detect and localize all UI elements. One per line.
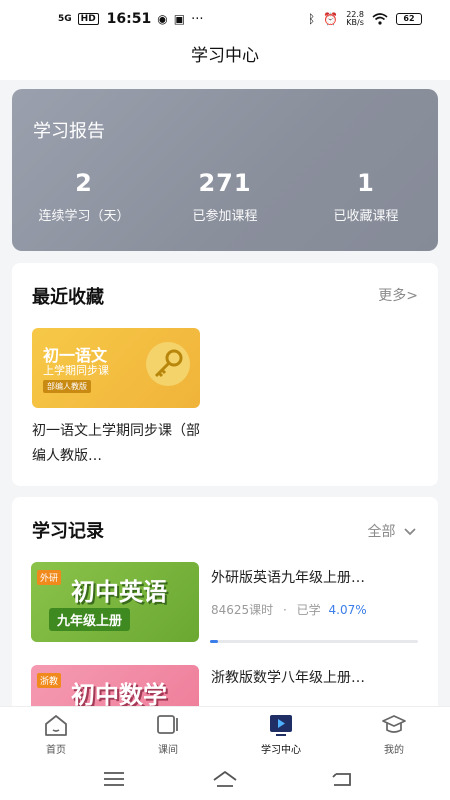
system-nav-bar [0, 760, 450, 800]
stat-value: 1 [357, 169, 375, 197]
back-icon[interactable] [328, 768, 356, 790]
thumb-subject: 初中数学 [71, 681, 167, 709]
favorite-course-thumbnail[interactable]: 初一语文 上学期同步课 部编人教版 [32, 328, 200, 408]
thumb-grade: 九年级上册 [49, 608, 131, 631]
page-title: 学习中心 [0, 38, 450, 80]
record-thumbnail-english[interactable]: 外研 初中英语 九年级上册 [31, 562, 199, 642]
stat-joined-courses[interactable]: 271 已参加课程 [155, 169, 295, 224]
stat-label: 已参加课程 [192, 209, 258, 224]
thumb-tag: 外研 [37, 570, 62, 585]
favorites-title: 最近收藏 [32, 287, 104, 308]
app-notification-icon: ▣ [173, 12, 186, 26]
alarm-icon: ⏰ [323, 12, 339, 26]
menu-icon[interactable] [100, 768, 128, 790]
more-notifications: ··· [191, 11, 204, 27]
learning-center-icon [270, 715, 292, 736]
status-left: 5G HD 16:51 ◉ ▣ ··· [58, 11, 203, 27]
network-speed: 22.8 KB/s [346, 11, 364, 27]
stat-label: 连续学习（天） [38, 209, 130, 224]
clock: 16:51 [106, 11, 152, 27]
thumb-subject: 初中英语 [71, 578, 167, 606]
thumb-tag: 浙教 [37, 673, 62, 688]
report-title: 学习报告 [33, 121, 105, 142]
stat-favorited-courses[interactable]: 1 已收藏课程 [296, 169, 436, 224]
studied-percent: 4.07% [328, 603, 367, 617]
tab-profile[interactable]: 我的 [338, 707, 450, 761]
studied-label: 已学 [296, 603, 321, 617]
break-icon [157, 715, 178, 734]
thumb-subtitle: 上学期同步课 [43, 364, 109, 377]
signal-indicator: 5G [58, 14, 72, 24]
study-report-card[interactable]: 学习报告 2 连续学习（天） 271 已参加课程 1 已收藏课程 [12, 89, 438, 251]
home-icon [45, 715, 67, 736]
record-title[interactable]: 浙教版数学八年级上册… [211, 667, 421, 687]
tab-label: 学习中心 [261, 745, 301, 756]
meta-separator: · [283, 603, 287, 617]
battery-indicator: 62 [396, 13, 422, 25]
notification-icon: ◉ [157, 12, 168, 26]
tab-break[interactable]: 课间 [112, 707, 224, 761]
home-nav-icon[interactable] [211, 768, 239, 790]
filter-label: 全部 [367, 524, 396, 540]
record-meta: 84625课时 · 已学 4.07% [211, 601, 367, 618]
stat-value: 2 [75, 169, 93, 197]
bottom-tab-bar: 首页 课间 学习中心 我的 [0, 706, 450, 760]
tab-learning-center[interactable]: 学习中心 [225, 707, 337, 761]
recent-favorites-section: 最近收藏 更多> 初一语文 上学期同步课 部编人教版 初一语文上学期同步课（部编… [12, 263, 438, 486]
tab-home[interactable]: 首页 [0, 707, 112, 761]
favorite-course-title[interactable]: 初一语文上学期同步课（部编人教版… [32, 419, 202, 469]
tab-label: 我的 [384, 745, 404, 756]
record-progress-bar [210, 640, 418, 643]
network-speed-unit: KB/s [346, 18, 364, 27]
tab-label: 课间 [158, 745, 178, 756]
stat-consecutive-days[interactable]: 2 连续学习（天） [14, 169, 154, 224]
wifi-icon [372, 13, 388, 25]
records-title: 学习记录 [32, 521, 104, 542]
profile-icon [382, 715, 406, 733]
status-right: ᛒ ⏰ 22.8 KB/s 62 [308, 11, 422, 27]
record-progress-fill [210, 640, 219, 643]
records-filter-dropdown[interactable]: 全部 [368, 521, 416, 541]
hd-indicator: HD [77, 13, 99, 25]
tab-label: 首页 [46, 745, 66, 756]
bluetooth-icon: ᛒ [308, 12, 316, 26]
favorites-more-link[interactable]: 更多> [378, 285, 418, 305]
lesson-count: 84625课时 [211, 603, 274, 617]
stat-label: 已收藏课程 [333, 209, 399, 224]
status-bar: 5G HD 16:51 ◉ ▣ ··· ᛒ ⏰ 22.8 KB/s 62 [0, 0, 450, 38]
chevron-down-icon [404, 528, 416, 536]
key-icon [146, 342, 190, 386]
stat-value: 271 [198, 169, 252, 197]
thumb-tag: 部编人教版 [43, 380, 91, 393]
record-title[interactable]: 外研版英语九年级上册… [211, 567, 421, 587]
